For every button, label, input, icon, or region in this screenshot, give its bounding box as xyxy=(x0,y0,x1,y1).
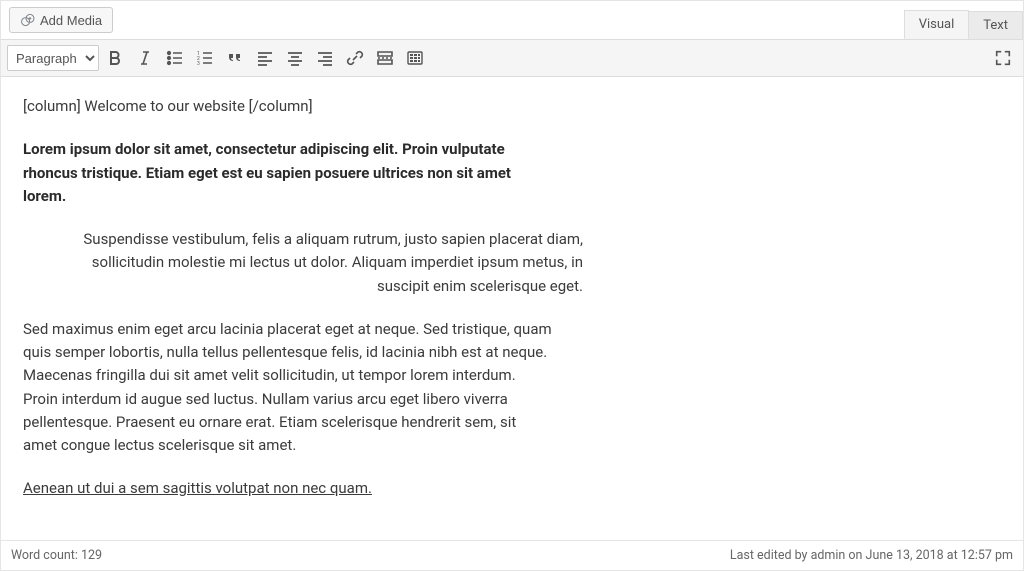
editor-container: Add Media Visual Text Paragraph 123 xyxy=(0,0,1024,571)
italic-button[interactable] xyxy=(131,44,159,72)
tab-visual[interactable]: Visual xyxy=(904,10,970,39)
format-select[interactable]: Paragraph xyxy=(7,45,99,71)
blockquote-button[interactable] xyxy=(221,44,249,72)
bulleted-list-button[interactable] xyxy=(161,44,189,72)
last-edited: Last edited by admin on June 13, 2018 at… xyxy=(730,548,1013,563)
word-count: Word count: 129 xyxy=(11,548,102,563)
bold-button[interactable] xyxy=(101,44,129,72)
content-link[interactable]: Aenean ut dui a sem sagittis volutpat no… xyxy=(23,479,372,497)
distraction-free-button[interactable] xyxy=(989,44,1017,72)
editor-content[interactable]: [column] Welcome to our website [/column… xyxy=(1,77,1023,540)
align-center-button[interactable] xyxy=(281,44,309,72)
media-icon xyxy=(20,12,36,28)
content-paragraph-bold: Lorem ipsum dolor sit amet, consectetur … xyxy=(23,138,553,208)
numbered-list-button[interactable]: 123 xyxy=(191,44,219,72)
align-left-button[interactable] xyxy=(251,44,279,72)
add-media-label: Add Media xyxy=(40,13,102,28)
content-paragraph-body: Sed maximus enim eget arcu lacinia place… xyxy=(23,318,553,458)
content-paragraph-shortcode: [column] Welcome to our website [/column… xyxy=(23,95,553,118)
editor-toolbar: Paragraph 123 xyxy=(1,39,1023,77)
status-bar: Word count: 129 Last edited by admin on … xyxy=(1,540,1023,570)
add-media-button[interactable]: Add Media xyxy=(9,7,113,33)
align-right-button[interactable] xyxy=(311,44,339,72)
link-button[interactable] xyxy=(341,44,369,72)
editor-tabs: Visual Text xyxy=(905,7,1023,39)
read-more-button[interactable] xyxy=(371,44,399,72)
content-paragraph-quote: Suspendisse vestibulum, felis a aliquam … xyxy=(23,228,583,298)
topbar: Add Media Visual Text xyxy=(1,1,1023,39)
tab-text[interactable]: Text xyxy=(968,11,1023,39)
toolbar-toggle-button[interactable] xyxy=(401,44,429,72)
svg-text:3: 3 xyxy=(197,61,200,67)
